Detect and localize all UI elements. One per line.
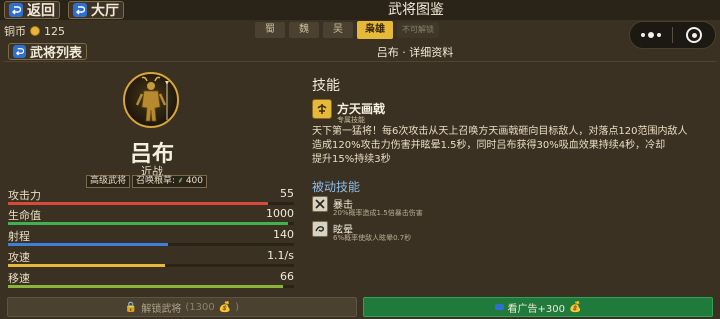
hall-label: 大厅 — [91, 3, 119, 19]
page-title: 武将图鉴 — [388, 2, 444, 18]
money-bag-icon: 💰 — [569, 301, 582, 313]
stat-attack-speed: 攻速 1.1/s — [8, 249, 294, 267]
watch-ad-label: 看广告+300 — [507, 303, 565, 315]
faction-tabs: 蜀 魏 吴 枭雄 不可解锁 — [255, 21, 439, 39]
hero-list-button[interactable]: 武将列表 — [8, 43, 88, 61]
stat-value: 55 — [280, 187, 294, 200]
header-divider — [4, 61, 716, 62]
stat-bar-fill — [8, 202, 269, 205]
copper-amount: 125 — [44, 24, 65, 38]
stat-range: 射程 140 — [8, 228, 294, 246]
stat-value: 1.1/s — [267, 249, 294, 262]
more-menu-icon[interactable] — [630, 32, 672, 38]
stat-label: 攻速 — [8, 251, 30, 264]
back-button[interactable]: 返回 — [4, 1, 60, 19]
tab-shu[interactable]: 蜀 — [255, 22, 285, 38]
passive-description: 20%概率造成1.5倍暴击伤害 — [333, 209, 423, 217]
video-icon — [494, 304, 504, 310]
skill-description-line: 天下第一猛将！每6次攻击从天上召唤方天画戟砸向目标敌人，对落点120范围内敌人 — [312, 126, 688, 137]
return-icon — [73, 3, 87, 17]
stat-bar — [8, 264, 294, 267]
unlock-hero-button[interactable]: 🔒 解锁武将 (1300 💰 ) — [7, 297, 357, 317]
tab-xiaoxiong[interactable]: 枭雄 — [357, 21, 393, 39]
return-icon — [13, 45, 26, 58]
tab-wu[interactable]: 吴 — [323, 22, 353, 38]
return-icon — [9, 3, 23, 17]
copper-counter: 铜币 125 — [4, 23, 65, 39]
stat-label: 移速 — [8, 272, 30, 285]
watch-ad-button[interactable]: 看广告+300 💰 — [363, 297, 713, 317]
back-label: 返回 — [27, 3, 55, 19]
detail-title: 吕布 · 详细资料 — [376, 46, 454, 59]
stat-label: 攻击力 — [8, 189, 41, 202]
unlock-cost-close: ) — [235, 301, 240, 313]
skill-description: 天下第一猛将！每6次攻击从天上召唤方天画戟砸向目标敌人，对落点120范围内敌人 … — [312, 125, 707, 167]
summon-label: 召唤粮草: — [136, 176, 176, 186]
stat-label: 生命值 — [8, 209, 41, 222]
copper-label: 铜币 — [4, 25, 26, 38]
skill-description-line: 造成120%攻击力伤害并眩晕1.5秒，同时吕布获得30%吸血效果持续4秒，冷却 — [312, 140, 666, 151]
stat-bar-fill — [8, 264, 166, 267]
grain-icon: ⸙ — [177, 176, 184, 186]
money-bag-icon: 💰 — [218, 301, 232, 313]
passive-description: 6%概率使敌人眩晕0.7秒 — [333, 234, 412, 242]
skills-heading: 技能 — [312, 78, 340, 94]
stun-swirl-icon — [312, 221, 328, 237]
stat-value: 66 — [280, 270, 294, 283]
hall-button[interactable]: 大厅 — [68, 1, 124, 19]
stat-bar — [8, 222, 294, 225]
skill-tag: 专属技能 — [337, 116, 365, 124]
skill-description-line: 提升15%持续3秒 — [312, 154, 391, 165]
unlock-cost: (1300 — [185, 301, 215, 313]
unlock-label: 解锁武将 — [141, 303, 182, 315]
hero-portrait — [123, 72, 179, 128]
mini-program-capsule — [629, 21, 716, 49]
halberd-skill-icon — [312, 99, 332, 119]
stat-label: 射程 — [8, 230, 30, 243]
tab-locked[interactable]: 不可解锁 — [397, 22, 439, 38]
stat-bar-fill — [8, 243, 169, 246]
coin-icon — [30, 26, 40, 36]
stat-bar-fill — [8, 222, 289, 225]
passive-skills-heading: 被动技能 — [312, 180, 361, 194]
warrior-figure-icon — [135, 76, 169, 122]
stat-value: 1000 — [266, 207, 294, 220]
stat-bar — [8, 243, 294, 246]
hero-list-label: 武将列表 — [30, 46, 83, 61]
close-target-icon[interactable] — [673, 27, 715, 43]
crossed-swords-icon — [312, 196, 328, 212]
top-bar: 返回 大厅 武将图鉴 — [0, 0, 720, 20]
summon-cost: 400 — [185, 176, 204, 186]
stat-attack: 攻击力 55 — [8, 187, 294, 205]
stat-bar-fill — [8, 285, 283, 288]
tab-wei[interactable]: 魏 — [289, 22, 319, 38]
stat-value: 140 — [273, 228, 294, 241]
stat-bar — [8, 285, 294, 288]
lock-icon: 🔒 — [124, 301, 138, 313]
stat-bar — [8, 202, 294, 205]
stat-hp: 生命值 1000 — [8, 207, 294, 225]
stat-move-speed: 移速 66 — [8, 270, 294, 288]
page: 返回 大厅 武将图鉴 铜币 125 蜀 魏 吴 枭雄 不可解锁 武将列表 吕布 … — [0, 0, 720, 319]
